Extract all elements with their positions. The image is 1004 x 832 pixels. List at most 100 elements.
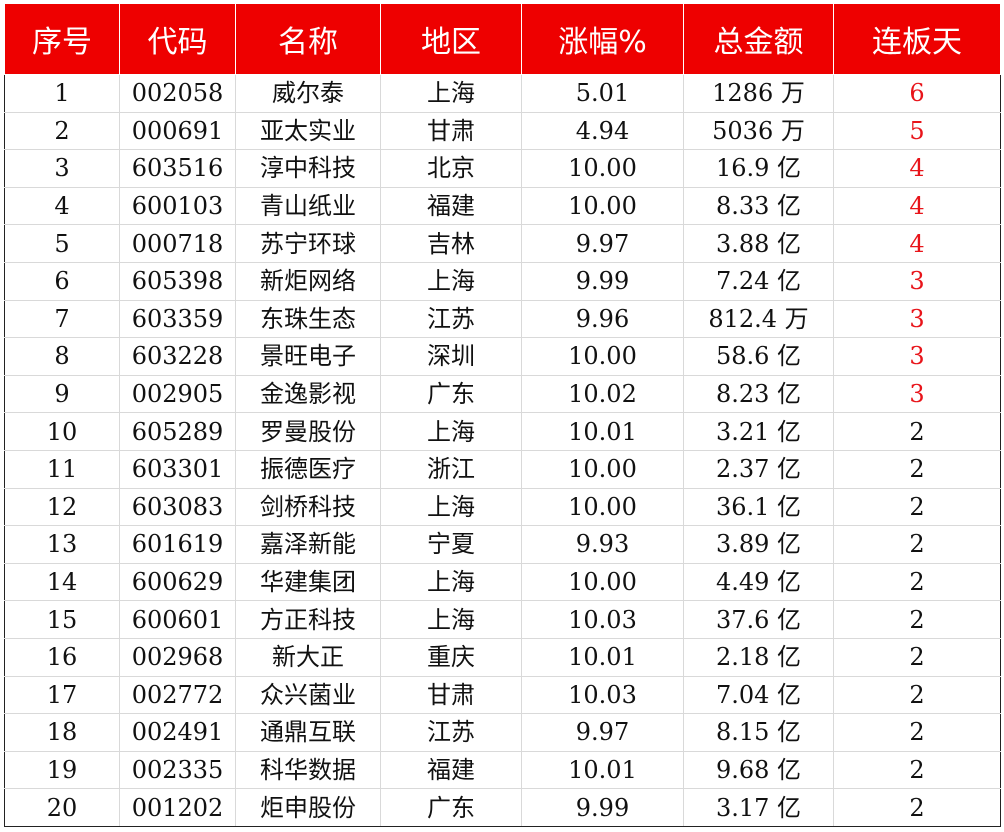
cell-limit-days[interactable]: 3 bbox=[833, 299, 1001, 339]
cell-index[interactable]: 18 bbox=[4, 713, 120, 752]
cell-index[interactable]: 5 bbox=[4, 224, 120, 263]
cell-change-pct[interactable]: 5.01 bbox=[521, 74, 684, 113]
cell-limit-days[interactable]: 2 bbox=[833, 637, 1001, 677]
cell-index[interactable]: 2 bbox=[4, 111, 120, 151]
cell-name[interactable]: 苏宁环球 bbox=[235, 224, 381, 263]
cell-limit-days[interactable]: 2 bbox=[833, 675, 1001, 715]
cell-index[interactable]: 4 bbox=[4, 186, 120, 226]
cell-limit-days[interactable]: 2 bbox=[833, 487, 1001, 527]
cell-code[interactable]: 002335 bbox=[119, 750, 236, 790]
cell-change-pct[interactable]: 10.03 bbox=[521, 675, 684, 715]
cell-name[interactable]: 科华数据 bbox=[235, 750, 381, 790]
cell-region[interactable]: 重庆 bbox=[380, 637, 522, 677]
cell-region[interactable]: 北京 bbox=[380, 149, 522, 188]
cell-code[interactable]: 002905 bbox=[119, 374, 236, 414]
cell-amount[interactable]: 58.6 亿 bbox=[683, 337, 834, 376]
cell-region[interactable]: 上海 bbox=[380, 562, 522, 602]
cell-region[interactable]: 宁夏 bbox=[380, 525, 522, 564]
cell-amount[interactable]: 1286 万 bbox=[683, 74, 834, 113]
cell-change-pct[interactable]: 10.00 bbox=[521, 487, 684, 527]
cell-code[interactable]: 605398 bbox=[119, 261, 236, 301]
cell-change-pct[interactable]: 9.96 bbox=[521, 299, 684, 339]
cell-amount[interactable]: 5036 万 bbox=[683, 111, 834, 151]
cell-limit-days[interactable]: 3 bbox=[833, 374, 1001, 414]
cell-code[interactable]: 605289 bbox=[119, 412, 236, 451]
cell-region[interactable]: 上海 bbox=[380, 487, 522, 527]
cell-region[interactable]: 上海 bbox=[380, 600, 522, 639]
cell-change-pct[interactable]: 10.00 bbox=[521, 562, 684, 602]
cell-amount[interactable]: 8.23 亿 bbox=[683, 374, 834, 414]
cell-amount[interactable]: 2.37 亿 bbox=[683, 449, 834, 489]
cell-name[interactable]: 景旺电子 bbox=[235, 337, 381, 376]
cell-code[interactable]: 000718 bbox=[119, 224, 236, 263]
cell-limit-days[interactable]: 2 bbox=[833, 449, 1001, 489]
cell-amount[interactable]: 812.4 万 bbox=[683, 299, 834, 339]
cell-amount[interactable]: 2.18 亿 bbox=[683, 637, 834, 677]
cell-change-pct[interactable]: 10.01 bbox=[521, 750, 684, 790]
cell-index[interactable]: 1 bbox=[4, 74, 120, 113]
cell-amount[interactable]: 8.15 亿 bbox=[683, 713, 834, 752]
cell-limit-days[interactable]: 2 bbox=[833, 412, 1001, 451]
cell-amount[interactable]: 9.68 亿 bbox=[683, 750, 834, 790]
cell-limit-days[interactable]: 5 bbox=[833, 111, 1001, 151]
cell-name[interactable]: 威尔泰 bbox=[235, 74, 381, 113]
cell-region[interactable]: 上海 bbox=[380, 412, 522, 451]
cell-index[interactable]: 7 bbox=[4, 299, 120, 339]
cell-index[interactable]: 13 bbox=[4, 525, 120, 564]
cell-region[interactable]: 浙江 bbox=[380, 449, 522, 489]
cell-region[interactable]: 江苏 bbox=[380, 713, 522, 752]
cell-region[interactable]: 上海 bbox=[380, 74, 522, 113]
cell-index[interactable]: 14 bbox=[4, 562, 120, 602]
cell-amount[interactable]: 36.1 亿 bbox=[683, 487, 834, 527]
cell-code[interactable]: 600629 bbox=[119, 562, 236, 602]
cell-change-pct[interactable]: 10.00 bbox=[521, 149, 684, 188]
cell-code[interactable]: 001202 bbox=[119, 788, 236, 827]
cell-change-pct[interactable]: 9.97 bbox=[521, 713, 684, 752]
cell-index[interactable]: 15 bbox=[4, 600, 120, 639]
cell-name[interactable]: 东珠生态 bbox=[235, 299, 381, 339]
cell-index[interactable]: 17 bbox=[4, 675, 120, 715]
cell-region[interactable]: 深圳 bbox=[380, 337, 522, 376]
cell-name[interactable]: 振德医疗 bbox=[235, 449, 381, 489]
cell-region[interactable]: 福建 bbox=[380, 750, 522, 790]
cell-name[interactable]: 罗曼股份 bbox=[235, 412, 381, 451]
cell-name[interactable]: 新大正 bbox=[235, 637, 381, 677]
cell-name[interactable]: 新炬网络 bbox=[235, 261, 381, 301]
cell-limit-days[interactable]: 2 bbox=[833, 750, 1001, 790]
header-limit-days[interactable]: 连板天 bbox=[833, 3, 1001, 75]
header-amount[interactable]: 总金额 bbox=[683, 3, 834, 75]
cell-code[interactable]: 600601 bbox=[119, 600, 236, 639]
cell-index[interactable]: 11 bbox=[4, 449, 120, 489]
cell-limit-days[interactable]: 2 bbox=[833, 788, 1001, 827]
cell-code[interactable]: 603516 bbox=[119, 149, 236, 188]
cell-limit-days[interactable]: 6 bbox=[833, 74, 1001, 113]
cell-change-pct[interactable]: 10.00 bbox=[521, 449, 684, 489]
cell-index[interactable]: 20 bbox=[4, 788, 120, 827]
cell-name[interactable]: 炬申股份 bbox=[235, 788, 381, 827]
cell-change-pct[interactable]: 9.99 bbox=[521, 788, 684, 827]
cell-change-pct[interactable]: 10.02 bbox=[521, 374, 684, 414]
cell-name[interactable]: 通鼎互联 bbox=[235, 713, 381, 752]
cell-limit-days[interactable]: 2 bbox=[833, 713, 1001, 752]
cell-name[interactable]: 青山纸业 bbox=[235, 186, 381, 226]
cell-change-pct[interactable]: 10.03 bbox=[521, 600, 684, 639]
cell-code[interactable]: 002772 bbox=[119, 675, 236, 715]
cell-code[interactable]: 603083 bbox=[119, 487, 236, 527]
header-name[interactable]: 名称 bbox=[235, 3, 381, 75]
cell-region[interactable]: 广东 bbox=[380, 374, 522, 414]
cell-limit-days[interactable]: 3 bbox=[833, 337, 1001, 376]
cell-code[interactable]: 603301 bbox=[119, 449, 236, 489]
cell-region[interactable]: 吉林 bbox=[380, 224, 522, 263]
cell-region[interactable]: 福建 bbox=[380, 186, 522, 226]
cell-name[interactable]: 淳中科技 bbox=[235, 149, 381, 188]
cell-limit-days[interactable]: 2 bbox=[833, 562, 1001, 602]
cell-change-pct[interactable]: 10.00 bbox=[521, 186, 684, 226]
cell-change-pct[interactable]: 10.01 bbox=[521, 637, 684, 677]
cell-limit-days[interactable]: 2 bbox=[833, 525, 1001, 564]
cell-name[interactable]: 方正科技 bbox=[235, 600, 381, 639]
cell-code[interactable]: 603228 bbox=[119, 337, 236, 376]
cell-name[interactable]: 金逸影视 bbox=[235, 374, 381, 414]
cell-region[interactable]: 甘肃 bbox=[380, 675, 522, 715]
cell-amount[interactable]: 3.88 亿 bbox=[683, 224, 834, 263]
cell-index[interactable]: 16 bbox=[4, 637, 120, 677]
